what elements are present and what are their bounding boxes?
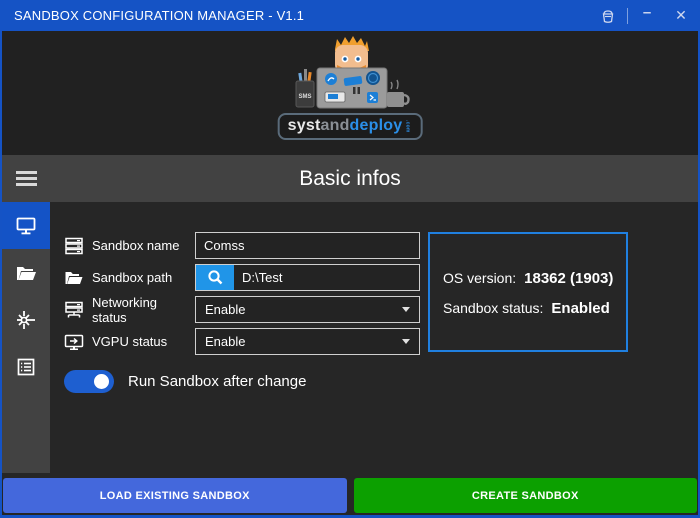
sandbox-status-row: Sandbox status: Enabled — [443, 300, 626, 317]
systanddeploy-logo: syst and deploy .com — [277, 113, 423, 140]
run-sandbox-toggle[interactable] — [64, 370, 114, 393]
titlebar-divider — [627, 7, 628, 24]
sidebar — [2, 202, 50, 473]
sidebar-item-details[interactable] — [2, 343, 50, 390]
run-after-change-row: Run Sandbox after change — [64, 370, 420, 393]
content-area: Sandbox name Sandbox path — [2, 202, 698, 477]
system-info-panel: OS version: 18362 (1903) Sandbox status: E… — [428, 232, 628, 352]
sandbox-name-input[interactable] — [195, 232, 420, 259]
chevron-down-icon — [402, 307, 410, 312]
page-title: Basic infos — [299, 166, 401, 190]
title-bar: SANDBOX CONFIGURATION MANAGER - V1.1 – ✕ — [2, 0, 698, 31]
vgpu-status-dropdown[interactable]: Enable — [195, 328, 420, 355]
footer-buttons: LOAD EXISTING SANDBOX CREATE SANDBOX — [2, 477, 698, 515]
open-folder-icon — [14, 261, 38, 285]
os-version-row: OS version: 18362 (1903) — [443, 270, 626, 287]
starburst-icon — [14, 308, 38, 332]
networking-status-dropdown[interactable]: Enable — [195, 296, 420, 323]
hamburger-menu-button[interactable] — [2, 171, 50, 186]
browse-path-button[interactable] — [196, 265, 234, 290]
logo-text-syst: syst — [287, 117, 321, 134]
sandbox-path-label: Sandbox path — [92, 270, 173, 285]
sandbox-name-row: Sandbox name — [64, 232, 420, 259]
sandbox-form: Sandbox name Sandbox path — [64, 232, 420, 393]
os-version-value: 18362 (1903) — [524, 270, 614, 287]
svg-text:SMS: SMS — [298, 94, 311, 100]
create-sandbox-button[interactable]: CREATE SANDBOX — [353, 478, 697, 513]
page-header: Basic infos — [2, 155, 698, 202]
logo-banner: SMS syst and deploy .com — [2, 31, 698, 155]
logo-text-deploy: deploy — [349, 117, 403, 134]
networking-status-value: Enable — [205, 302, 246, 317]
paint-bucket-icon — [600, 8, 616, 24]
os-version-label: OS version: — [443, 270, 517, 286]
logo-text-and: and — [320, 117, 350, 134]
minimize-button[interactable]: – — [630, 0, 664, 31]
mascot-illustration: SMS — [287, 35, 413, 113]
vgpu-status-value: Enable — [205, 334, 246, 349]
monitor-arrow-icon — [64, 332, 92, 352]
list-icon — [14, 355, 38, 379]
sandbox-path-row: Sandbox path — [64, 264, 420, 291]
search-icon — [207, 269, 224, 286]
sandbox-status-label: Sandbox status: — [443, 300, 544, 316]
toggle-knob — [94, 374, 109, 389]
folder-icon — [64, 268, 92, 288]
run-sandbox-toggle-label: Run Sandbox after change — [128, 373, 307, 390]
network-server-icon — [64, 300, 92, 320]
sandbox-path-input[interactable] — [234, 265, 419, 290]
sidebar-item-load-sandbox[interactable] — [2, 249, 50, 296]
sandbox-name-label: Sandbox name — [92, 238, 180, 253]
hamburger-icon — [15, 171, 37, 174]
networking-status-row: Networking status Enable — [64, 294, 420, 325]
sidebar-item-basic-infos[interactable] — [2, 202, 50, 249]
sandbox-status-value: Enabled — [551, 300, 610, 317]
theme-bucket-button[interactable] — [591, 0, 625, 31]
vgpu-status-label: VGPU status — [92, 334, 168, 349]
server-stack-icon — [64, 236, 92, 256]
chevron-down-icon — [402, 339, 410, 344]
window-controls: – ✕ — [591, 0, 698, 31]
app-window: SANDBOX CONFIGURATION MANAGER - V1.1 – ✕ — [0, 0, 700, 518]
logo-text-com: .com — [404, 119, 411, 133]
load-existing-sandbox-button[interactable]: LOAD EXISTING SANDBOX — [3, 478, 347, 513]
sidebar-item-advanced[interactable] — [2, 296, 50, 343]
networking-status-label: Networking status — [92, 294, 158, 325]
monitor-icon — [14, 214, 38, 238]
window-title: SANDBOX CONFIGURATION MANAGER - V1.1 — [14, 8, 305, 23]
vgpu-status-row: VGPU status Enable — [64, 328, 420, 355]
close-button[interactable]: ✕ — [664, 0, 698, 31]
